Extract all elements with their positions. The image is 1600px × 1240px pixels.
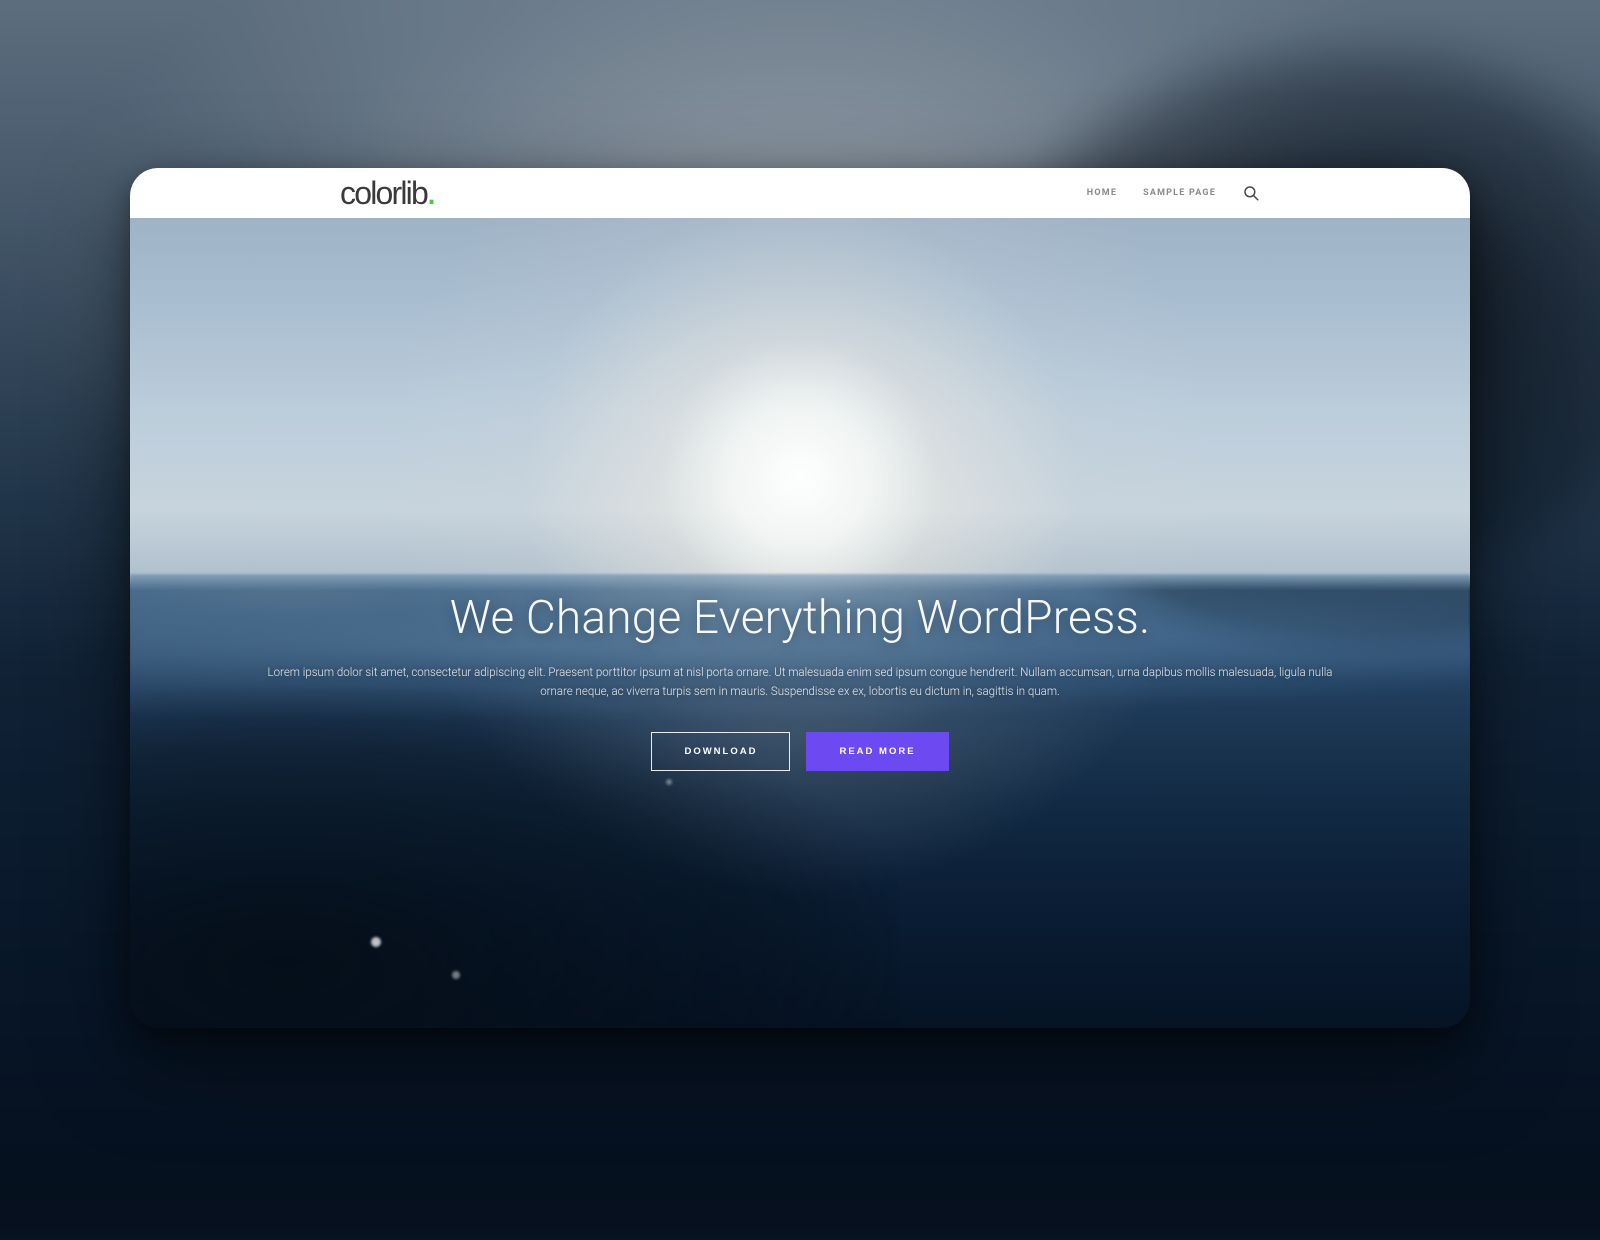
read-more-button[interactable]: READ MORE <box>806 732 948 771</box>
navbar: colorlib. HOME SAMPLE PAGE <box>130 168 1470 218</box>
browser-frame: colorlib. HOME SAMPLE PAGE We Change Eve… <box>130 168 1470 1028</box>
nav-right: HOME SAMPLE PAGE <box>1087 184 1260 202</box>
nav-link-sample-page[interactable]: SAMPLE PAGE <box>1143 188 1216 198</box>
search-icon[interactable] <box>1242 184 1260 202</box>
site-logo[interactable]: colorlib. <box>340 175 435 212</box>
logo-text: colorlib <box>340 175 427 212</box>
hero-title: We Change Everything WordPress. <box>230 591 1370 645</box>
download-button[interactable]: DOWNLOAD <box>651 732 790 771</box>
hero: We Change Everything WordPress. Lorem ip… <box>130 218 1470 1028</box>
sparkle <box>452 971 460 979</box>
hero-subtitle: Lorem ipsum dolor sit amet, consectetur … <box>260 663 1340 702</box>
nav-link-home[interactable]: HOME <box>1087 188 1117 198</box>
hero-content: We Change Everything WordPress. Lorem ip… <box>130 591 1470 771</box>
hero-buttons: DOWNLOAD READ MORE <box>230 732 1370 771</box>
sparkle <box>666 779 672 785</box>
